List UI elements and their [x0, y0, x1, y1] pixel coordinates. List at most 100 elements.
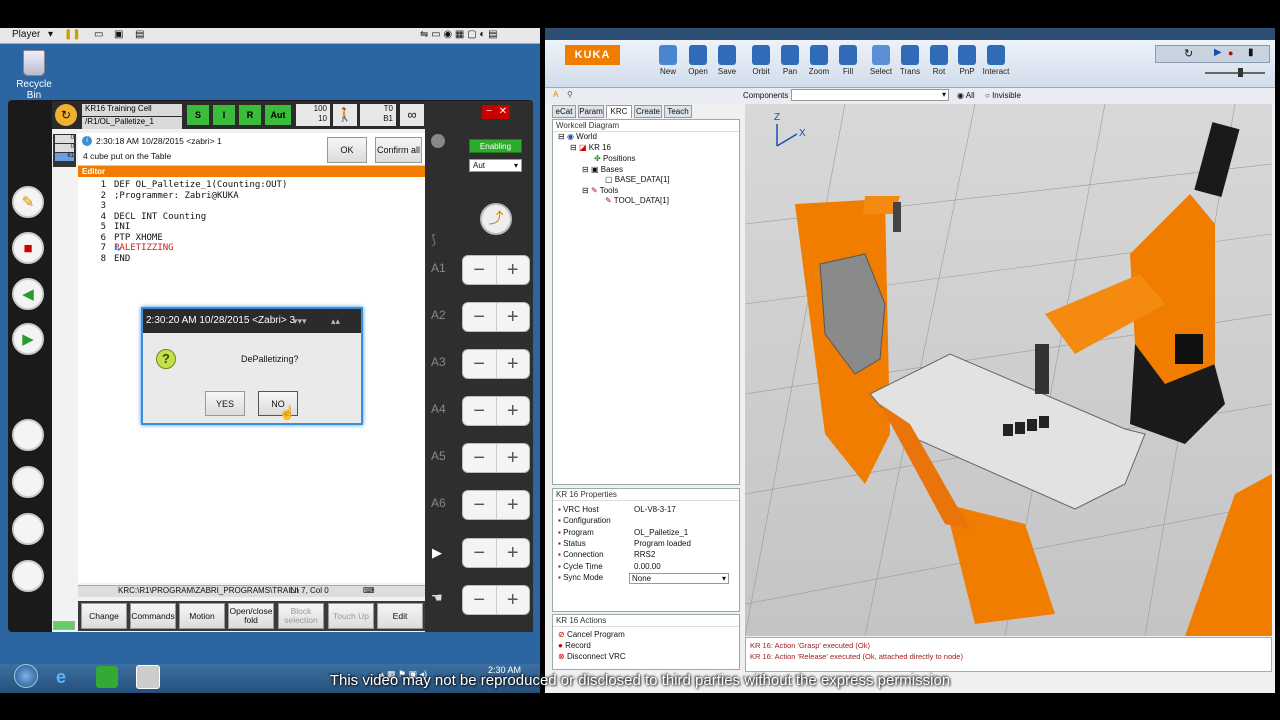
tab-param[interactable]: Param	[578, 105, 604, 118]
backward-icon[interactable]: ◀	[12, 278, 44, 310]
commands-button[interactable]: Commands	[130, 603, 176, 629]
step-icon[interactable]: ▮	[1248, 47, 1254, 58]
tree-tools[interactable]: ⊟ ✎ Tools	[582, 186, 618, 195]
filter-all-radio[interactable]: ◉ All	[957, 91, 975, 100]
ribbon-new-button[interactable]: New	[652, 45, 684, 76]
code-line[interactable]: 6 PTP XHOME	[88, 233, 287, 244]
sync-mode-select[interactable]: None ▾	[629, 572, 729, 584]
submit-status[interactable]: S	[187, 105, 209, 125]
minimize-icon[interactable]: −	[482, 105, 496, 119]
close-icon[interactable]: ✕	[496, 105, 510, 119]
code-line[interactable]: 4 DECL INT Counting	[88, 212, 287, 223]
ribbon-zoom-button[interactable]: Zoom	[803, 45, 835, 76]
filter-invisible-radio[interactable]: ○ Invisible	[985, 91, 1021, 100]
jog-plus[interactable]: +	[497, 539, 530, 567]
tab-teach[interactable]: Teach	[664, 105, 692, 118]
tab-krc[interactable]: KRC	[606, 105, 632, 118]
change-button[interactable]: Change	[81, 603, 127, 629]
jog-plus[interactable]: +	[497, 491, 530, 519]
slider-thumb[interactable]	[1238, 68, 1243, 77]
components-dropdown[interactable]: ▾	[791, 89, 949, 101]
tab-ecat[interactable]: eCat	[552, 105, 576, 118]
pause-icon[interactable]: ❚❚	[64, 29, 81, 40]
yes-button[interactable]: YES	[205, 391, 245, 416]
player-menu[interactable]: Player	[12, 29, 40, 40]
block-selection-button[interactable]: Block selection	[278, 603, 324, 629]
action-cancel-program[interactable]: ⊘ Cancel Program	[558, 630, 625, 639]
ribbon-select-button[interactable]: Select	[865, 45, 897, 76]
ribbon-fill-button[interactable]: Fill	[832, 45, 864, 76]
tree-world[interactable]: ⊟ ◉ World	[558, 132, 597, 141]
a-icon[interactable]: A	[553, 90, 558, 99]
jog-plus[interactable]: +	[497, 350, 530, 378]
tab-create[interactable]: Create	[634, 105, 662, 118]
jog-key-6[interactable]: − +	[462, 490, 530, 520]
tree-bases[interactable]: ⊟ ▣ Bases	[582, 165, 623, 174]
soft-button-1[interactable]	[12, 419, 44, 451]
code-line[interactable]: 3	[88, 201, 287, 212]
jog-plus[interactable]: +	[497, 586, 530, 614]
tree-base-data[interactable]: ▢ BASE_DATA[1]	[605, 175, 670, 184]
play-icon[interactable]: ▶	[1214, 47, 1222, 58]
fullscreen-icon[interactable]: ▣	[114, 29, 123, 40]
action-disconnect[interactable]: ⊗ Disconnect VRC	[558, 652, 626, 661]
kuka-robot-icon[interactable]: ↻	[55, 104, 77, 126]
3d-viewport[interactable]: Z X	[745, 104, 1272, 636]
pencil-icon[interactable]: ✎	[12, 186, 44, 218]
jog-key-7[interactable]: − +	[462, 538, 530, 568]
tool-base-display[interactable]: T0 B1	[360, 104, 396, 126]
drives-status[interactable]: I	[213, 105, 235, 125]
robot-interpreter-status[interactable]: R	[239, 105, 261, 125]
filter-icon[interactable]: ⚲	[567, 90, 573, 99]
start-icon[interactable]: ▶	[12, 323, 44, 355]
code-line[interactable]: 1 DEF OL_Palletize_1(Counting:OUT)	[88, 180, 288, 191]
touch-up-button[interactable]: Touch Up	[328, 603, 374, 629]
override-display[interactable]: 100 10	[296, 104, 330, 126]
jog-key-5[interactable]: − +	[462, 443, 530, 473]
hand-icon[interactable]: ☚	[431, 590, 443, 606]
operating-mode[interactable]: Aut	[265, 105, 291, 125]
jog-plus[interactable]: +	[497, 444, 530, 472]
jog-minus[interactable]: −	[463, 303, 497, 331]
tree-positions[interactable]: ✤ Positions	[594, 154, 635, 163]
motion-button[interactable]: Motion	[179, 603, 225, 629]
screen-icon[interactable]: ▭	[94, 29, 103, 40]
ribbon-open-button[interactable]: Open	[682, 45, 714, 76]
ribbon-save-button[interactable]: Save	[711, 45, 743, 76]
ribbon-interact-button[interactable]: Interact	[980, 45, 1012, 76]
code-line[interactable]: 5 INI	[88, 222, 287, 233]
jog-key-8[interactable]: − +	[462, 585, 530, 615]
ribbon-orbit-button[interactable]: Orbit	[745, 45, 777, 76]
speed-slider[interactable]	[1160, 66, 1270, 78]
jog-minus[interactable]: −	[463, 350, 497, 378]
reset-icon[interactable]: ↻	[1184, 47, 1193, 60]
ribbon-pnp-button[interactable]: PnP	[951, 45, 983, 76]
ribbon-pan-button[interactable]: Pan	[774, 45, 806, 76]
jog-plus[interactable]: +	[497, 303, 530, 331]
jog-key-4[interactable]: − +	[462, 396, 530, 426]
jog-minus[interactable]: −	[463, 491, 497, 519]
jog-key-1[interactable]: − +	[462, 255, 530, 285]
jog-minus[interactable]: −	[463, 397, 497, 425]
play-icon[interactable]: ▶	[432, 545, 442, 561]
soft-button-2[interactable]	[12, 466, 44, 498]
recycle-bin[interactable]: Recycle Bin	[12, 50, 56, 101]
code-line[interactable]: 2 ;Programmer: Zabri@KUKA	[88, 191, 287, 202]
ok-button[interactable]: OK	[327, 137, 367, 163]
stop-icon[interactable]: ■	[12, 232, 44, 264]
jog-plus[interactable]: +	[497, 256, 530, 284]
open-close-fold-button[interactable]: Open/close fold	[228, 603, 274, 629]
record-icon[interactable]: ●	[1228, 48, 1233, 58]
incremental-mode[interactable]: ∞	[400, 104, 424, 126]
jog-key-3[interactable]: − +	[462, 349, 530, 379]
chevron-down-icon[interactable]: ▾	[48, 29, 53, 40]
keyboard-icon[interactable]: ⌨	[363, 586, 375, 595]
tree-kr16[interactable]: ⊟ ◪ KR 16	[570, 143, 611, 152]
program-path[interactable]: /R1/OL_Palletize_1	[82, 117, 182, 129]
mode-select[interactable]: Aut ▾	[469, 159, 522, 172]
device-icons[interactable]: ⇋ ▭ ◉ ▦ ▢ ◐ ▤	[420, 29, 498, 40]
unity-icon[interactable]: ▤	[135, 29, 144, 40]
ribbon-trans-button[interactable]: Trans	[894, 45, 926, 76]
jog-minus[interactable]: −	[463, 539, 497, 567]
soft-button-4[interactable]	[12, 560, 44, 592]
